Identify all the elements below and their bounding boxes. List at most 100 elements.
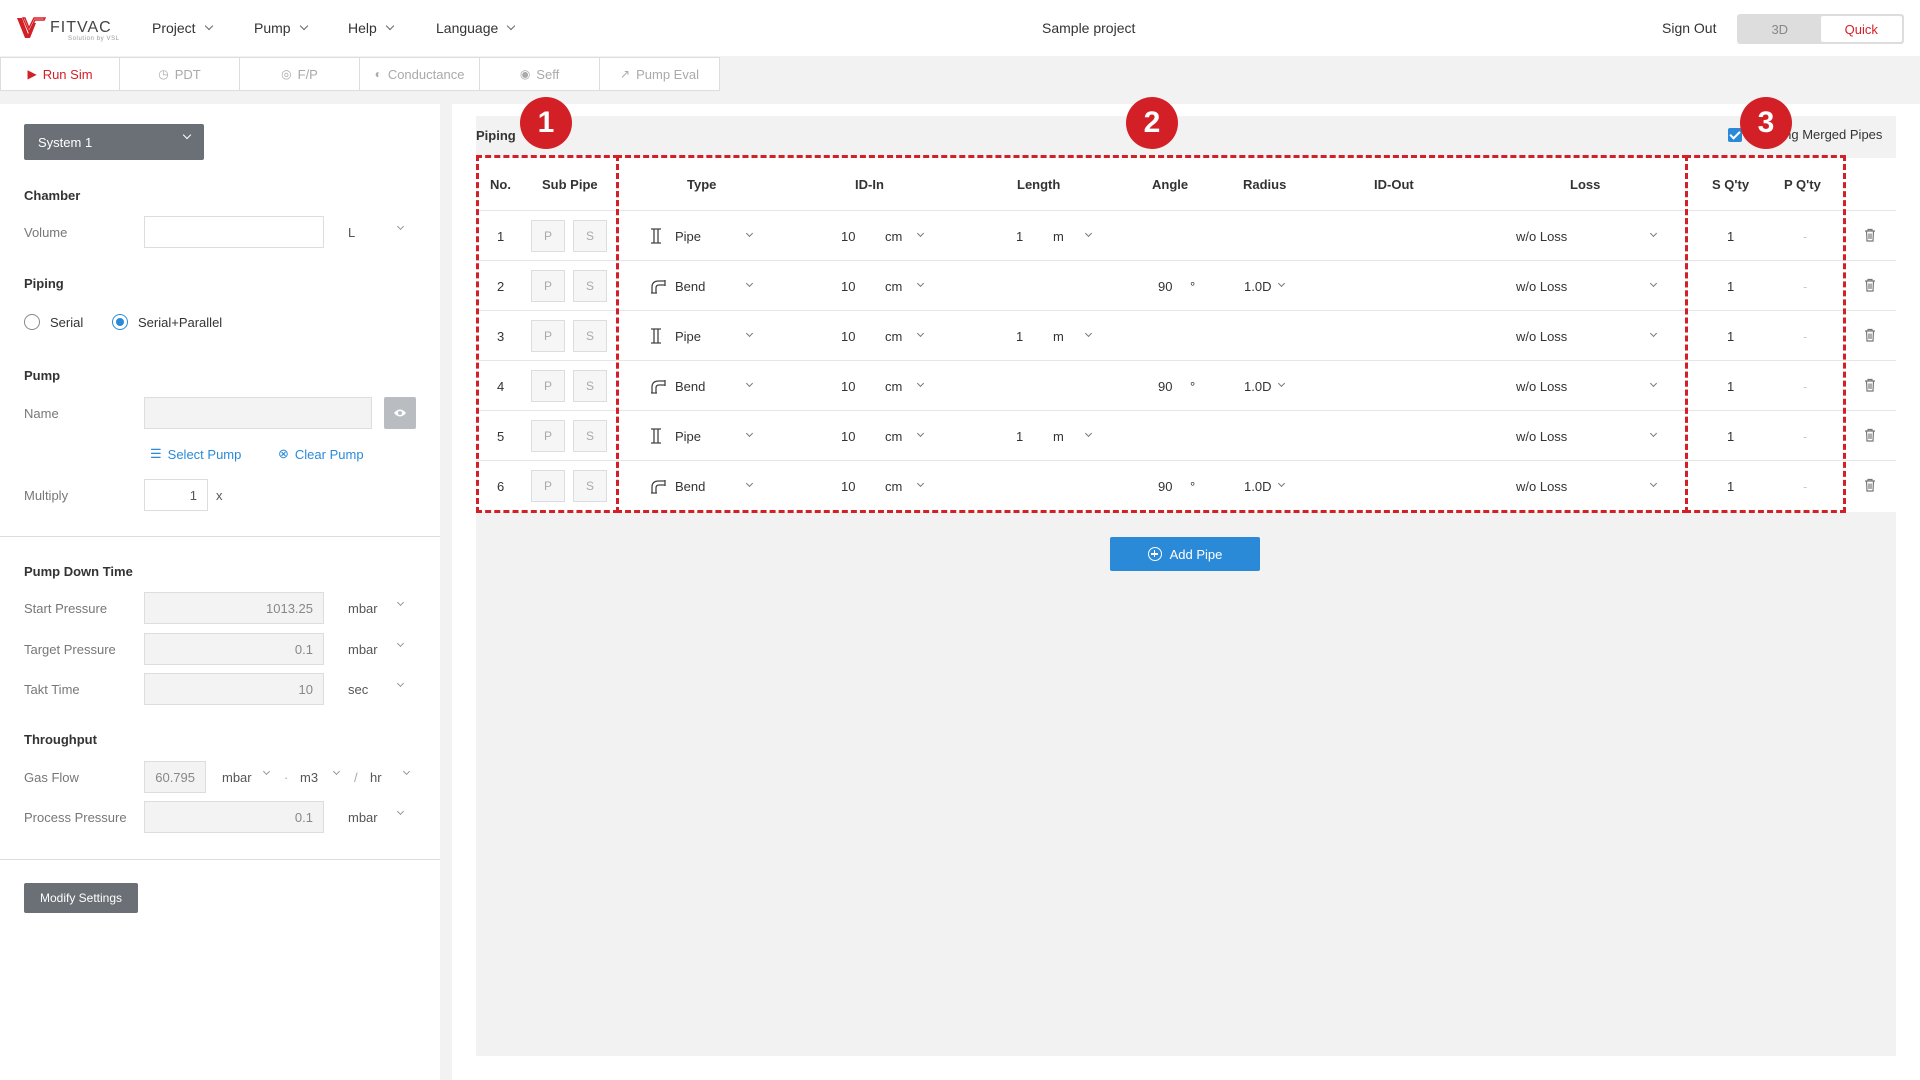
id-in-unit-select[interactable]: cm <box>885 211 902 261</box>
type-select[interactable]: Bend <box>675 361 705 411</box>
modify-settings-button[interactable]: Modify Settings <box>24 883 138 913</box>
sub-pipe-s-button[interactable]: S <box>573 270 607 302</box>
fp-button[interactable]: ◎ F/P <box>240 57 360 91</box>
length-unit-select[interactable]: m <box>1053 311 1064 361</box>
radius-select[interactable]: 1.0D <box>1244 261 1271 311</box>
target-pressure-input[interactable]: 0.1 <box>144 633 324 665</box>
s-qty-value[interactable]: 1 <box>1727 361 1734 411</box>
loss-select[interactable]: w/o Loss <box>1516 361 1567 411</box>
loss-select[interactable]: w/o Loss <box>1516 211 1567 261</box>
serial-parallel-radio[interactable]: Serial+Parallel <box>112 314 222 330</box>
clear-pump-link[interactable]: ⊗ Clear Pump <box>278 446 364 462</box>
trash-icon[interactable] <box>1864 428 1876 442</box>
target-pressure-unit-select[interactable]: mbar <box>348 639 410 657</box>
sub-pipe-s-button[interactable]: S <box>573 370 607 402</box>
id-in-unit-select[interactable]: cm <box>885 461 902 511</box>
id-in-input[interactable]: 10 <box>841 261 855 311</box>
id-in-input[interactable]: 10 <box>841 461 855 511</box>
start-pressure-unit-select[interactable]: mbar <box>348 598 410 616</box>
add-pipe-button[interactable]: Add Pipe <box>1110 537 1260 571</box>
process-pressure-input[interactable]: 0.1 <box>144 801 324 833</box>
pump-eval-button[interactable]: ↗ Pump Eval <box>600 57 720 91</box>
nav-language-menu[interactable]: Language <box>436 20 516 36</box>
angle-input[interactable]: 90 <box>1158 461 1172 511</box>
select-pump-link[interactable]: ☰ Select Pump <box>150 446 241 462</box>
gas-flow-input[interactable]: 60.795 <box>144 761 206 793</box>
sub-pipe-p-button[interactable]: P <box>531 320 565 352</box>
gas-flow-unit1-select[interactable]: mbar <box>222 767 272 785</box>
sign-out-link[interactable]: Sign Out <box>1662 20 1716 36</box>
gas-flow-unit2-select[interactable]: m3 <box>300 767 342 785</box>
takt-time-unit-select[interactable]: sec <box>348 679 410 697</box>
type-select[interactable]: Bend <box>675 261 705 311</box>
history-icon: ◷ <box>158 67 169 81</box>
view-quick-option[interactable]: Quick <box>1820 16 1902 42</box>
length-input[interactable]: 1 <box>1016 211 1023 261</box>
length-unit-select[interactable]: m <box>1053 411 1064 461</box>
system-select[interactable]: System 1 <box>24 124 204 160</box>
id-in-unit-select[interactable]: cm <box>885 261 902 311</box>
run-sim-button[interactable]: ▶ Run Sim <box>0 57 120 91</box>
type-select[interactable]: Pipe <box>675 311 701 361</box>
s-qty-value[interactable]: 1 <box>1727 411 1734 461</box>
view-pump-button[interactable] <box>384 397 416 429</box>
type-select[interactable]: Bend <box>675 461 705 511</box>
loss-select[interactable]: w/o Loss <box>1516 411 1567 461</box>
nav-project-menu[interactable]: Project <box>152 20 213 36</box>
nav-pump-menu[interactable]: Pump <box>254 20 308 36</box>
process-pressure-unit-select[interactable]: mbar <box>348 807 410 825</box>
s-qty-value[interactable]: 1 <box>1727 211 1734 261</box>
s-qty-value[interactable]: 1 <box>1727 311 1734 361</box>
sub-pipe-p-button[interactable]: P <box>531 420 565 452</box>
type-select[interactable]: Pipe <box>675 411 701 461</box>
loss-select[interactable]: w/o Loss <box>1516 461 1567 511</box>
trash-icon[interactable] <box>1864 478 1876 492</box>
id-in-unit-select[interactable]: cm <box>885 311 902 361</box>
volume-input[interactable] <box>144 216 324 248</box>
sub-pipe-s-button[interactable]: S <box>573 220 607 252</box>
view-3d-option[interactable]: 3D <box>1739 16 1821 42</box>
trash-icon[interactable] <box>1864 328 1876 342</box>
nav-help-menu[interactable]: Help <box>348 20 395 36</box>
id-in-unit-select[interactable]: cm <box>885 411 902 461</box>
id-in-input[interactable]: 10 <box>841 311 855 361</box>
id-in-input[interactable]: 10 <box>841 411 855 461</box>
pump-name-input[interactable] <box>144 397 372 429</box>
loss-select[interactable]: w/o Loss <box>1516 311 1567 361</box>
s-qty-value[interactable]: 1 <box>1727 261 1734 311</box>
length-unit-select[interactable]: m <box>1053 211 1064 261</box>
volume-unit-select[interactable]: L <box>348 222 410 240</box>
trash-icon[interactable] <box>1864 378 1876 392</box>
length-input[interactable]: 1 <box>1016 311 1023 361</box>
sub-pipe-s-button[interactable]: S <box>573 320 607 352</box>
multiply-input[interactable]: 1 <box>144 479 208 511</box>
angle-input[interactable]: 90 <box>1158 261 1172 311</box>
sub-pipe-p-button[interactable]: P <box>531 370 565 402</box>
pdt-button[interactable]: ◷ PDT <box>120 57 240 91</box>
radius-select[interactable]: 1.0D <box>1244 361 1271 411</box>
fitvac-logo[interactable]: FITVAC Solution by VSL <box>16 14 119 42</box>
id-in-input[interactable]: 10 <box>841 211 855 261</box>
id-in-input[interactable]: 10 <box>841 361 855 411</box>
radius-select[interactable]: 1.0D <box>1244 461 1271 511</box>
trash-icon[interactable] <box>1864 228 1876 242</box>
gas-flow-unit3-select[interactable]: hr <box>370 767 412 785</box>
takt-time-input[interactable]: 10 <box>144 673 324 705</box>
loss-select[interactable]: w/o Loss <box>1516 261 1567 311</box>
start-pressure-input[interactable]: 1013.25 <box>144 592 324 624</box>
serial-radio[interactable]: Serial <box>24 314 83 330</box>
sub-pipe-s-button[interactable]: S <box>573 470 607 502</box>
angle-input[interactable]: 90 <box>1158 361 1172 411</box>
sub-pipe-s-button[interactable]: S <box>573 420 607 452</box>
conductance-button[interactable]: ◐ Conductance <box>360 57 480 91</box>
sub-pipe-p-button[interactable]: P <box>531 220 565 252</box>
length-input[interactable]: 1 <box>1016 411 1023 461</box>
trash-icon[interactable] <box>1864 278 1876 292</box>
id-in-unit-select[interactable]: cm <box>885 361 902 411</box>
sub-pipe-p-button[interactable]: P <box>531 270 565 302</box>
s-qty-value[interactable]: 1 <box>1727 461 1734 511</box>
sub-pipe-p-button[interactable]: P <box>531 470 565 502</box>
type-select[interactable]: Pipe <box>675 211 701 261</box>
seff-button[interactable]: ◉ Seff <box>480 57 600 91</box>
brand-name: FITVAC <box>50 19 112 36</box>
